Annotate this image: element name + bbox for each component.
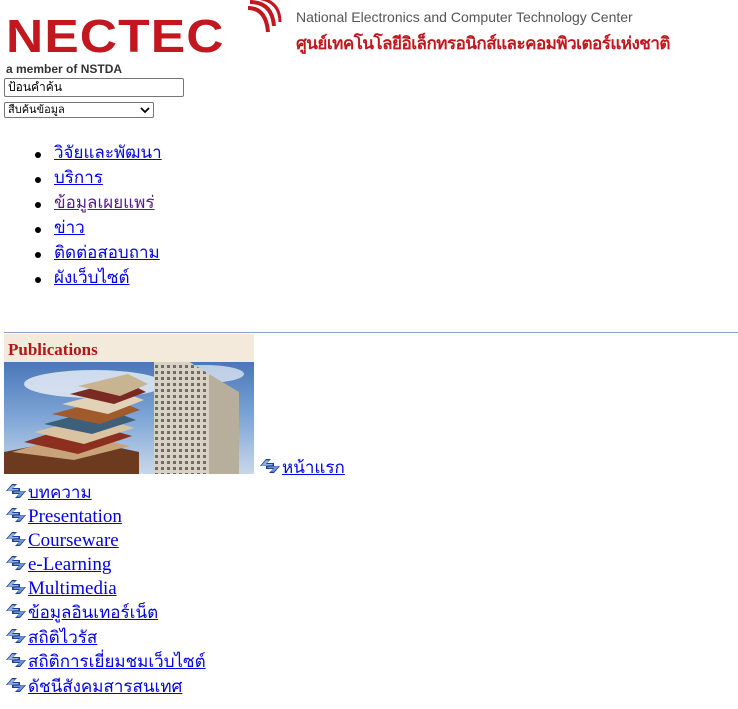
- recycle-arrows-icon: [4, 676, 28, 694]
- recycle-arrows-icon: [4, 554, 28, 572]
- nectec-logo[interactable]: NECTEC: [6, 13, 225, 59]
- logo-tagline: a member of NSTDA: [6, 62, 123, 76]
- nav-item-services: บริการ: [0, 166, 162, 191]
- center-name-th: ศูนย์เทคโนโลยีอิเล็กทรอนิกส์และคอมพิวเตอ…: [296, 34, 670, 54]
- recycle-arrows-icon: [4, 651, 28, 669]
- recycle-arrows-icon: [258, 457, 282, 475]
- pub-link-virus-stats: สถิติไวรัส: [4, 626, 97, 650]
- recycle-arrows-icon: [4, 627, 28, 645]
- nav-item-publications: ข้อมูลเผยแพร่: [0, 191, 162, 216]
- nav-item-sitemap: ผังเว็บไซต์: [0, 266, 162, 291]
- nav-item-contact: ติดต่อสอบถาม: [0, 241, 162, 266]
- recycle-arrows-icon: [4, 482, 28, 500]
- recycle-arrows-icon: [4, 602, 28, 620]
- section-divider: [4, 332, 738, 333]
- search-input[interactable]: ป้อนคำค้น: [4, 78, 184, 97]
- nav-link-contact[interactable]: ติดต่อสอบถาม: [54, 243, 160, 263]
- pub-link[interactable]: ข้อมูลอินเทอร์เน็ต: [28, 603, 158, 623]
- pub-link[interactable]: หน้าแรก: [282, 458, 345, 478]
- center-name-en: National Electronics and Computer Techno…: [296, 9, 633, 25]
- pub-link-multimedia: Multimedia: [4, 577, 117, 601]
- nav-link-services[interactable]: บริการ: [54, 168, 103, 188]
- pub-link-internet-info: ข้อมูลอินเทอร์เน็ต: [4, 601, 158, 625]
- search-select-value: สืบค้นข้อมูล: [8, 103, 65, 116]
- logo-arcs-icon: [248, 0, 282, 33]
- nav-link-news[interactable]: ข่าว: [54, 218, 85, 238]
- pub-link[interactable]: Courseware: [28, 530, 119, 551]
- site-header: NECTEC a member of NSTDA National Electr…: [4, 0, 738, 76]
- pub-link-articles: บทความ: [4, 481, 92, 505]
- pub-link-home: หน้าแรก: [258, 456, 345, 480]
- pub-link-presentation: Presentation: [4, 505, 122, 529]
- recycle-arrows-icon: [4, 530, 28, 548]
- pub-link[interactable]: Presentation: [28, 506, 122, 527]
- pub-link[interactable]: ดัชนีสังคมสารสนเทศ: [28, 677, 182, 697]
- recycle-arrows-icon: [4, 506, 28, 524]
- pub-link[interactable]: สถิติไวรัส: [28, 628, 97, 648]
- publications-banner-image: Publications: [4, 334, 254, 474]
- pub-link[interactable]: Multimedia: [28, 578, 117, 599]
- publications-banner: Publications: [4, 334, 254, 474]
- nav-item-research: วิจัยและพัฒนา: [0, 141, 162, 166]
- pub-link-info-society-index: ดัชนีสังคมสารสนเทศ: [4, 675, 182, 699]
- banner-title: Publications: [8, 340, 98, 359]
- recycle-arrows-icon: [4, 578, 28, 596]
- pub-link[interactable]: e-Learning: [28, 554, 111, 575]
- nav-item-news: ข่าว: [0, 216, 162, 241]
- pub-link[interactable]: สถิติการเยี่ยมชมเว็บไซต์: [28, 652, 206, 672]
- nav-link-publications[interactable]: ข้อมูลเผยแพร่: [54, 193, 154, 213]
- pub-link[interactable]: บทความ: [28, 483, 92, 503]
- main-nav: วิจัยและพัฒนา บริการ ข้อมูลเผยแพร่ ข่าว …: [0, 141, 162, 291]
- nav-link-sitemap[interactable]: ผังเว็บไซต์: [54, 268, 130, 288]
- pub-link-elearning: e-Learning: [4, 553, 111, 577]
- pub-link-courseware: Courseware: [4, 529, 119, 553]
- search-type-select[interactable]: สืบค้นข้อมูล: [4, 102, 154, 118]
- pub-link-visit-stats: สถิติการเยี่ยมชมเว็บไซต์: [4, 650, 206, 674]
- chevron-down-icon: [140, 107, 150, 114]
- nav-link-research[interactable]: วิจัยและพัฒนา: [54, 143, 162, 163]
